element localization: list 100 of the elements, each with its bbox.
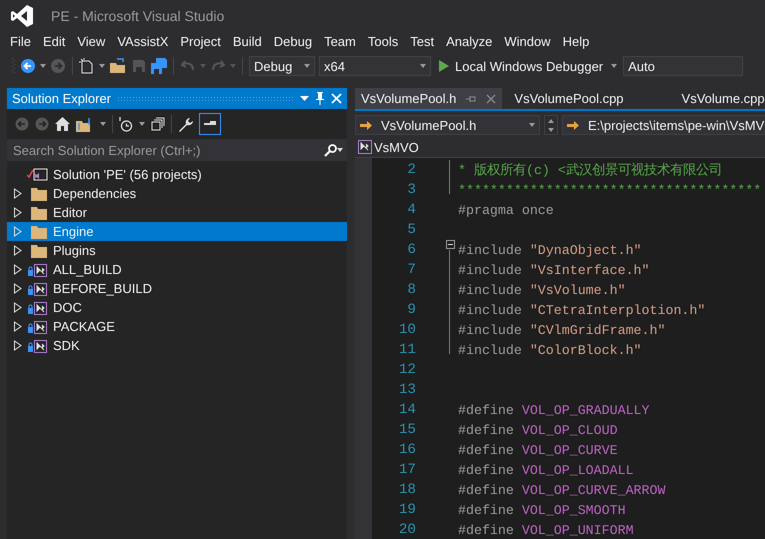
tree-item[interactable]: Editor [7, 203, 347, 222]
expand-arrow-icon[interactable] [13, 264, 23, 275]
tree-item-label: BEFORE_BUILD [53, 280, 152, 298]
line-number: 6 [406, 242, 416, 258]
code-line: #include "CTetraInterplotion.h" [458, 302, 706, 318]
collapse-all-icon[interactable] [151, 117, 165, 131]
tree-item[interactable]: BEFORE_BUILD [7, 279, 347, 298]
menu-item[interactable]: Debug [268, 32, 318, 52]
menu-item[interactable]: VAssistX [111, 32, 174, 52]
menu-item[interactable]: Test [404, 32, 440, 52]
menu-item[interactable]: View [71, 32, 112, 52]
line-number: 10 [398, 322, 416, 338]
file-tab[interactable]: VsVolumePool.h [355, 88, 502, 109]
file-dropdown[interactable]: VsVolumePool.h [355, 115, 540, 135]
code-line: * 版权所有(c) <武汉创景可视技术有限公司 [458, 162, 722, 179]
wrench-icon[interactable] [178, 116, 193, 132]
code-line: #define VOL_OP_GRADUALLY [458, 402, 650, 418]
search-box[interactable]: Search Solution Explorer (Ctrl+;) [7, 139, 347, 161]
save-all-icon[interactable] [151, 58, 167, 74]
menu-item[interactable]: Window [498, 32, 557, 52]
line-number: 2 [406, 162, 416, 178]
expand-arrow-icon[interactable] [13, 321, 23, 332]
collapse-box-icon[interactable] [446, 240, 454, 249]
search-field[interactable]: Search Solution Explorer (Ctrl+;) [11, 142, 324, 158]
line-number: 8 [406, 282, 416, 298]
menu-item[interactable]: Analyze [440, 32, 498, 52]
expand-arrow-icon[interactable] [13, 245, 23, 256]
menu-item[interactable]: Tools [362, 32, 404, 52]
tree-item[interactable]: PACKAGE [7, 317, 347, 336]
tree-item[interactable]: ALL_BUILD [7, 260, 347, 279]
tree-item[interactable]: Engine [7, 222, 347, 241]
tree-item[interactable]: SDK [7, 336, 347, 355]
dropdown-caret-icon[interactable] [100, 122, 106, 126]
pin-icon[interactable] [315, 92, 325, 105]
pin-icon[interactable] [466, 94, 476, 102]
project-icon [27, 300, 49, 314]
line-number: 11 [398, 342, 416, 358]
window-title: PE - Microsoft Visual Studio [51, 8, 224, 24]
tree-item[interactable]: Solution 'PE' (56 projects) [7, 165, 347, 184]
code-line: #include "ColorBlock.h" [458, 342, 642, 358]
new-project-icon[interactable] [79, 58, 95, 74]
visual-studio-logo-icon [10, 4, 34, 28]
dropdown-caret-icon[interactable] [611, 64, 618, 68]
tree-item-label: ALL_BUILD [53, 261, 122, 279]
expand-arrow-icon[interactable] [13, 283, 23, 294]
line-number: 12 [398, 362, 416, 378]
file-tab[interactable]: VsVolume.cpp [676, 88, 765, 109]
dropdown-caret-icon[interactable] [300, 96, 309, 101]
scroll-spinner[interactable] [544, 115, 558, 135]
expand-arrow-icon[interactable] [13, 188, 23, 199]
tree-item-label: Editor [53, 204, 87, 222]
line-number: 7 [406, 262, 416, 278]
open-folder-icon[interactable] [109, 58, 127, 74]
dropdown-caret-icon [529, 123, 535, 127]
down-caret-icon [548, 128, 554, 132]
pending-changes-icon[interactable] [119, 116, 133, 132]
file-tab[interactable]: VsVolumePool.cpp [508, 88, 630, 109]
home-icon[interactable] [55, 117, 70, 131]
menu-item[interactable]: Build [226, 32, 268, 52]
tree-item-label: Solution 'PE' (56 projects) [53, 166, 202, 184]
panel-title: Solution Explorer [12, 91, 111, 106]
tree-item[interactable]: DOC [7, 298, 347, 317]
code-line: #define VOL_OP_CLOUD [458, 422, 618, 438]
line-number: 18 [398, 482, 416, 498]
path-dropdown[interactable]: E:\projects\items\pe-win\VsMV [562, 115, 765, 135]
dropdown-caret-icon[interactable] [99, 64, 105, 68]
menu-item[interactable]: Team [318, 32, 362, 52]
configuration-dropdown[interactable]: Debug [249, 56, 315, 76]
play-icon [439, 60, 449, 72]
solution-config-field[interactable]: Auto [623, 56, 744, 76]
code-line: #include "CVlmGridFrame.h" [458, 322, 666, 338]
start-debugging-button[interactable]: Local Windows Debugger [435, 58, 608, 74]
expand-arrow-icon[interactable] [13, 302, 23, 313]
search-icon [324, 144, 337, 156]
menu-item[interactable]: Project [174, 32, 227, 52]
line-number: 9 [406, 302, 416, 318]
code-line: #define VOL_OP_CURVE_ARROW [458, 482, 666, 498]
close-icon[interactable] [486, 94, 496, 104]
menu-item[interactable]: Edit [36, 32, 72, 52]
dropdown-caret-icon[interactable] [139, 122, 145, 126]
code-line: #include "DynaObject.h" [458, 242, 642, 258]
line-number: 16 [398, 442, 416, 458]
preview-selected-icon[interactable] [199, 113, 221, 135]
tree-item-label: SDK [53, 337, 80, 355]
dropdown-caret-icon [420, 64, 426, 68]
code-line: #pragma once [458, 202, 554, 218]
menu-item[interactable]: Help [556, 32, 596, 52]
platform-dropdown[interactable]: x64 [319, 56, 431, 76]
tree-item-label: Engine [53, 223, 94, 241]
tree-item-label: Plugins [53, 242, 96, 260]
dropdown-caret-icon[interactable] [40, 64, 46, 68]
project-icon [27, 282, 49, 296]
expand-arrow-icon[interactable] [13, 207, 23, 218]
tree-item-label: PACKAGE [53, 318, 115, 336]
expand-arrow-icon[interactable] [13, 340, 23, 351]
tree-item[interactable]: Plugins [7, 241, 347, 260]
menu-item[interactable]: File [4, 32, 37, 52]
line-number: 4 [406, 202, 416, 218]
line-number: 15 [398, 422, 416, 438]
tree-item[interactable]: Dependencies [7, 184, 347, 203]
